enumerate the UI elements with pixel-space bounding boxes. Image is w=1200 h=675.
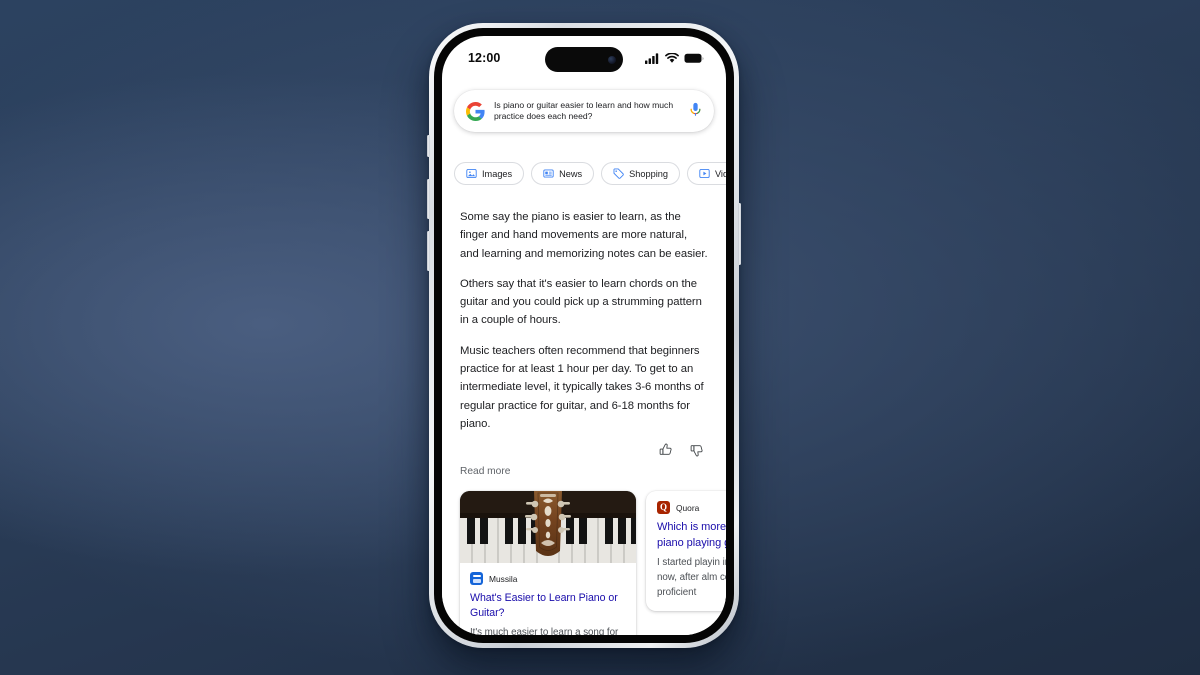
source-name: Quora (676, 502, 700, 513)
dynamic-island (545, 47, 623, 72)
answer-paragraph: Music teachers often recommend that begi… (460, 344, 704, 430)
card-body: Mussila What's Easier to Learn Piano or … (460, 563, 636, 635)
card-snippet: I started playin instruments th now, aft… (657, 557, 726, 599)
wifi-icon (665, 52, 679, 63)
chip-images[interactable]: Images (454, 162, 525, 185)
thumbs-up-icon[interactable] (659, 443, 673, 457)
price-tag-icon (613, 168, 624, 179)
source-name: Mussila (489, 573, 518, 584)
phone-device-mockup: 12:00 Is piano or guitar easier to learn… (427, 23, 741, 648)
cellular-signal-icon (645, 52, 659, 64)
read-more-link[interactable]: Read more (442, 457, 726, 477)
chip-label: News (559, 168, 583, 179)
result-cards-row: Mussila What's Easier to Learn Piano or … (442, 477, 726, 635)
answer-paragraph: Others say that it's easier to learn cho… (460, 277, 702, 327)
battery-icon (684, 53, 704, 63)
status-bar-icons (645, 52, 704, 64)
feedback-row (442, 433, 726, 457)
volume-down-button[interactable] (427, 231, 430, 271)
video-play-icon (699, 168, 710, 179)
chip-label: Videos (714, 168, 726, 179)
power-button[interactable] (738, 203, 741, 265)
image-icon (466, 168, 477, 179)
silent-switch-button[interactable] (427, 135, 430, 157)
guitar-piano-thumbnail-image (460, 491, 636, 564)
filter-chips-row: Images News Shopping Vid (442, 162, 726, 185)
microphone-icon[interactable] (689, 102, 702, 120)
volume-up-button[interactable] (427, 179, 430, 219)
thumbs-down-icon[interactable] (690, 443, 704, 457)
news-icon (543, 169, 554, 178)
result-card-quora[interactable]: Q Quora Which is more playing piano play… (646, 491, 726, 612)
chip-videos[interactable]: Videos (686, 162, 726, 185)
chip-news[interactable]: News (531, 162, 595, 185)
card-title[interactable]: Which is more playing piano playing guit… (657, 520, 726, 551)
answer-paragraph: Some say the piano is easier to learn, a… (460, 211, 708, 260)
search-results-content[interactable]: Some say the piano is easier to learn, a… (442, 194, 726, 635)
card-source: Mussila (470, 572, 626, 586)
search-query-text: Is piano or guitar easier to learn and h… (494, 99, 674, 121)
chip-shopping[interactable]: Shopping (601, 162, 680, 185)
search-bar[interactable]: Is piano or guitar easier to learn and h… (454, 90, 714, 132)
quora-favicon-icon: Q (657, 501, 670, 515)
mussila-favicon-icon (470, 572, 483, 586)
ai-answer-block: Some say the piano is easier to learn, a… (442, 194, 726, 433)
phone-screen: 12:00 Is piano or guitar easier to learn… (442, 36, 726, 635)
google-logo-icon (466, 101, 485, 121)
card-title[interactable]: What's Easier to Learn Piano or Guitar? (470, 591, 626, 621)
result-card-mussila[interactable]: Mussila What's Easier to Learn Piano or … (460, 491, 636, 635)
phone-bezel: 12:00 Is piano or guitar easier to learn… (434, 28, 734, 643)
status-bar-time: 12:00 (468, 51, 501, 65)
chip-label: Shopping (629, 168, 668, 179)
chip-label: Images (482, 168, 513, 179)
card-body: Q Quora Which is more playing piano play… (646, 491, 726, 611)
front-camera-icon (608, 55, 616, 64)
card-snippet: It's much easier to learn a song for the… (470, 627, 619, 635)
card-source: Q Quora (657, 501, 726, 515)
search-area: Is piano or guitar easier to learn and h… (442, 80, 726, 132)
